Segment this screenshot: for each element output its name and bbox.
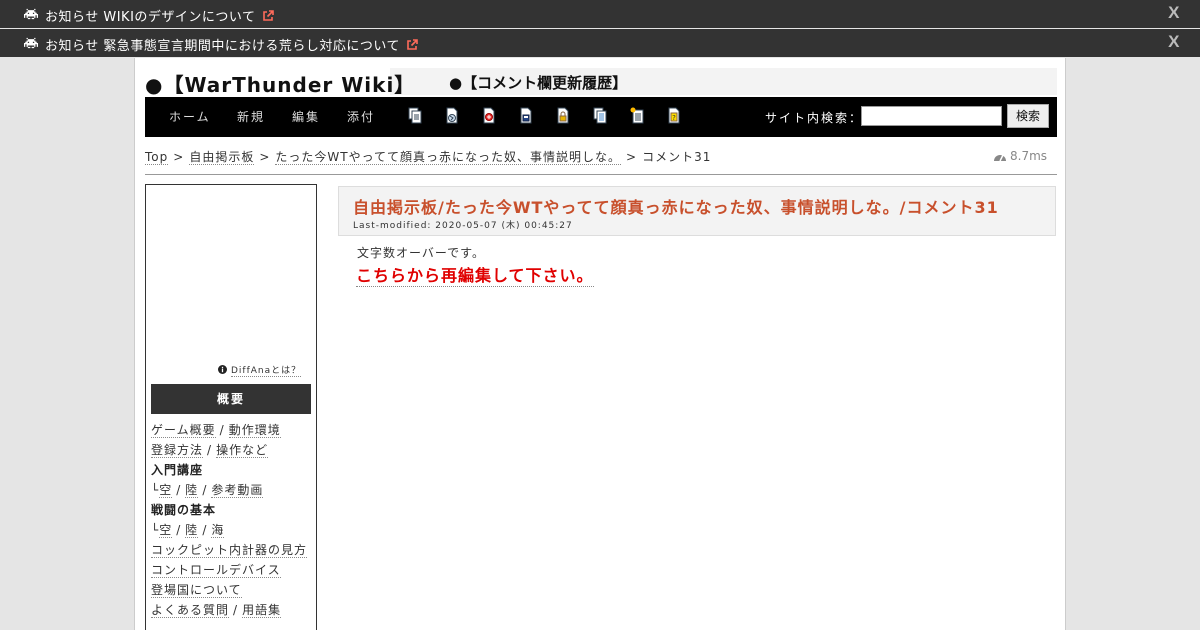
breadcrumb-thread[interactable]: たった今WTやってて顔真っ赤になった奴、事情説明しな。	[275, 150, 621, 165]
render-time: 8.7ms	[993, 149, 1047, 163]
close-button[interactable]: X	[1168, 3, 1180, 23]
list-icon[interactable]	[593, 107, 607, 124]
breadcrumb: Top > 自由掲示板 > たった今WTやってて顔真っ赤になった奴、事情説明しな。 > コメ…	[145, 148, 711, 165]
nav-new[interactable]: 新規	[237, 108, 265, 125]
header-title-bar: ●【WarThunder Wiki】 ●【コメント欄更新履歴】	[145, 68, 1057, 98]
menu-link-nations[interactable]: 登場国について	[151, 583, 242, 598]
body-text: 文字数オーバーです。	[357, 246, 485, 260]
breadcrumb-top[interactable]: Top	[145, 150, 169, 165]
page-container: ●【WarThunder Wiki】 ●【コメント欄更新履歴】 ホーム 新規 編…	[134, 58, 1066, 630]
freeze-icon[interactable]	[556, 107, 570, 124]
search-input[interactable]	[861, 106, 1002, 126]
search-label: サイト内検索：	[765, 111, 864, 125]
search-button[interactable]: 検索	[1007, 104, 1049, 128]
menu-link-control-devices[interactable]: コントロールデバイス	[151, 563, 281, 578]
external-link-icon	[407, 39, 418, 50]
nav-attach[interactable]: 添付	[347, 108, 375, 125]
save-icon[interactable]	[519, 107, 533, 124]
menu-link-controls[interactable]: 操作など	[216, 443, 269, 458]
menu-link-registration[interactable]: 登録方法	[151, 443, 204, 458]
diff-icon[interactable]	[445, 107, 459, 124]
external-link-icon	[262, 10, 274, 21]
speedometer-icon	[994, 154, 1006, 162]
menu-separator: /	[176, 523, 182, 537]
menu-separator: /	[233, 603, 239, 617]
menu-link-ground-combat[interactable]: 陸	[185, 523, 199, 538]
menu-link-game-overview[interactable]: ゲーム概要	[151, 423, 216, 438]
nav-home[interactable]: ホーム	[169, 108, 211, 125]
menu-separator: /	[219, 423, 225, 437]
menu-link-faq[interactable]: よくある質問	[151, 603, 230, 618]
render-time-value: 8.7ms	[1010, 149, 1048, 163]
menu-tree-mark: └	[151, 523, 160, 537]
divider	[145, 174, 1057, 175]
menu-separator: /	[202, 523, 208, 537]
menu-link-videos[interactable]: 参考動画	[211, 483, 264, 498]
backup-icon[interactable]	[482, 107, 496, 124]
sidebar: DiffAnaとは？ 概要 ゲーム概要 / 動作環境 登録方法 / 操作など 入門講座 …	[145, 184, 317, 630]
menu-link-naval-combat[interactable]: 海	[211, 523, 225, 538]
breadcrumb-separator: >	[626, 150, 638, 164]
info-icon	[218, 365, 227, 374]
notice-bar: お知らせ 緊急事態宣言期間中における荒らし対応について X	[0, 29, 1200, 57]
notice-bar: お知らせ WIKIのデザインについて X	[0, 0, 1200, 28]
space-invader-icon	[24, 8, 38, 20]
menu-row: 登録方法 / 操作など	[151, 440, 311, 460]
menu-heading: 入門講座	[151, 463, 204, 477]
svg-text:?: ?	[672, 114, 676, 122]
menu-tree-mark: └	[151, 483, 160, 497]
menu-link-cockpit[interactable]: コックピット内計器の見方	[151, 543, 308, 558]
notice-link[interactable]: お知らせ 緊急事態宣言期間中における荒らし対応について	[45, 35, 418, 54]
sidebar-section-title: 概要	[151, 384, 311, 414]
breadcrumb-current: コメント31	[642, 150, 712, 164]
notice-link[interactable]: お知らせ WIKIのデザインについて	[45, 6, 274, 25]
space-invader-icon	[24, 37, 38, 49]
breadcrumb-separator: >	[173, 150, 185, 164]
recent-comments-link[interactable]: ●【コメント欄更新履歴】	[449, 72, 627, 93]
breadcrumb-separator: >	[259, 150, 271, 164]
menu-separator: /	[176, 483, 182, 497]
menu-link-air-combat[interactable]: 空	[159, 523, 173, 538]
last-modified: Last-modified: 2020-05-07 (木) 00:45:27	[353, 221, 573, 231]
diffana-link[interactable]: DiffAnaとは？	[231, 366, 302, 377]
menu-link-glossary[interactable]: 用語集	[242, 603, 282, 618]
menu-separator: /	[202, 483, 208, 497]
sidebar-menu: ゲーム概要 / 動作環境 登録方法 / 操作など 入門講座 └空 / 陸 / 参考動画 戦闘の基…	[151, 420, 311, 620]
menu-separator: /	[207, 443, 213, 457]
menu-link-ground[interactable]: 陸	[185, 483, 199, 498]
menu-row: よくある質問 / 用語集	[151, 600, 311, 620]
menu-row: └空 / 陸 / 参考動画	[151, 480, 311, 500]
nav-edit[interactable]: 編集	[292, 108, 320, 125]
content-header: 自由掲示板/たった今WTやってて顔真っ赤になった奴、事情説明しな。/コメント31…	[338, 186, 1056, 236]
menu-row: 登場国について	[151, 580, 311, 600]
menu-link-requirements[interactable]: 動作環境	[228, 423, 281, 438]
menu-link-air[interactable]: 空	[159, 483, 173, 498]
page-title: 自由掲示板/たった今WTやってて顔真っ赤になった奴、事情説明しな。/コメント31	[353, 198, 999, 217]
close-button[interactable]: X	[1168, 32, 1180, 52]
copy-page-icon[interactable]	[408, 107, 422, 124]
help-icon[interactable]: ?	[667, 107, 681, 124]
menu-row: コントロールデバイス	[151, 560, 311, 580]
navbar: ホーム 新規 編集 添付 ? サイト内検索： 検索	[145, 97, 1057, 137]
menu-row: コックピット内計器の見方	[151, 540, 311, 560]
diffana-info: DiffAnaとは？	[218, 363, 302, 377]
reedit-link[interactable]: こちらから再編集して下さい。	[356, 262, 594, 287]
menu-row: ゲーム概要 / 動作環境	[151, 420, 311, 440]
breadcrumb-board[interactable]: 自由掲示板	[189, 150, 255, 165]
menu-heading: 戦闘の基本	[151, 503, 217, 517]
new-page-icon[interactable]	[630, 107, 644, 124]
site-title-link[interactable]: ●【WarThunder Wiki】	[145, 69, 415, 98]
menu-row: └空 / 陸 / 海	[151, 520, 311, 540]
